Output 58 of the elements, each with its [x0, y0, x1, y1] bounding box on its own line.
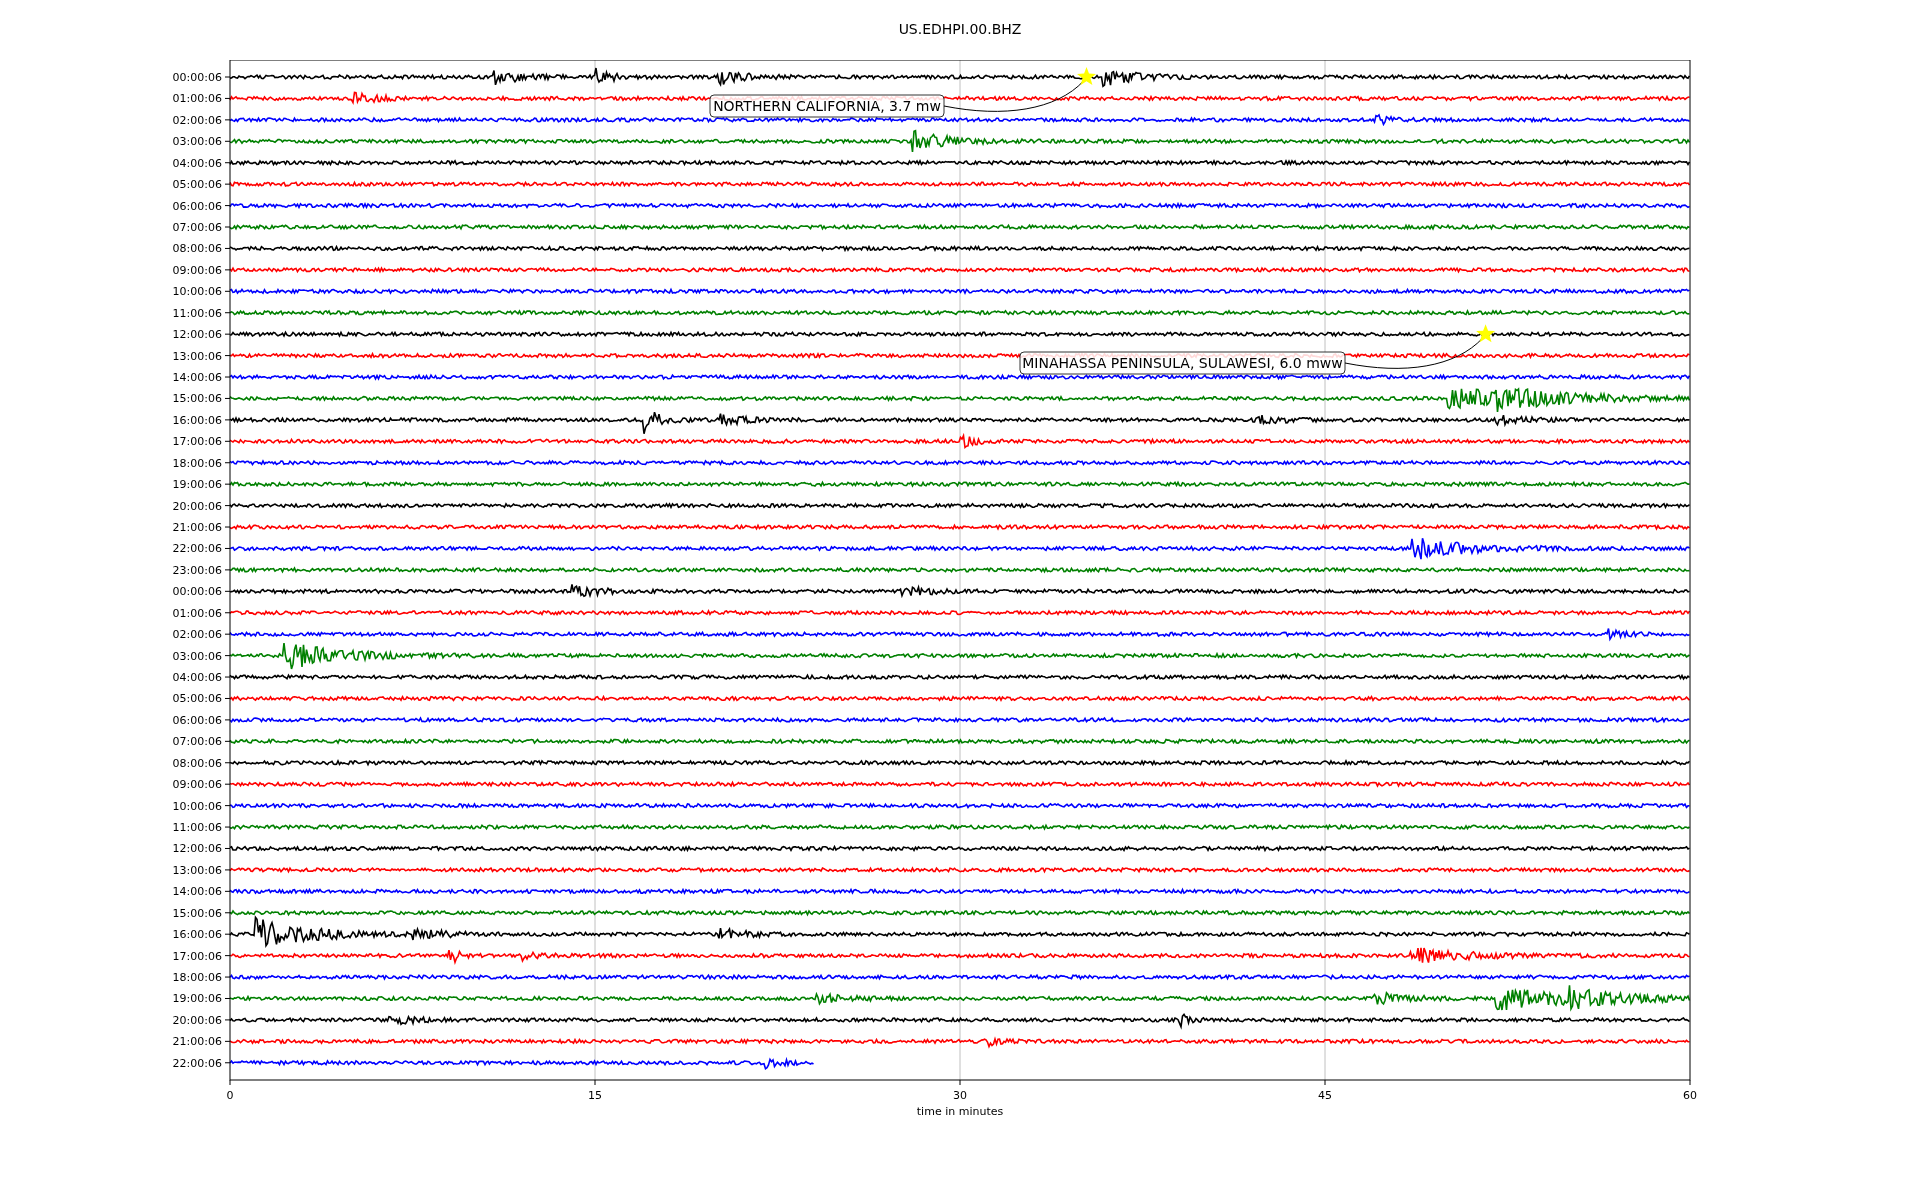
y-tick-label: 07:00:06 [172, 221, 222, 234]
x-tick-label: 30 [953, 1089, 967, 1102]
y-tick-label: 21:00:06 [172, 521, 222, 535]
y-tick-label: 00:00:06 [172, 585, 222, 599]
y-tick-label: 02:00:06 [172, 113, 222, 127]
y-tick-label: 14:00:06 [172, 371, 222, 384]
y-tick-label: 08:00:06 [172, 756, 222, 770]
y-tick-label: 09:00:06 [172, 263, 222, 277]
y-tick-label: 06:00:06 [172, 199, 222, 213]
y-tick-label: 06:00:06 [172, 713, 222, 727]
y-tick-label: 16:00:06 [172, 413, 222, 427]
y-tick-label: 03:00:06 [172, 649, 222, 663]
y-tick-label: 08:00:06 [172, 242, 222, 256]
x-axis-label: time in minutes [916, 1105, 1004, 1118]
star-icon [1476, 324, 1496, 343]
y-tick-label: 18:00:06 [172, 971, 222, 985]
y-tick-label: 05:00:06 [172, 178, 222, 192]
y-tick-label: 10:00:06 [172, 799, 222, 813]
event-label: MINAHASSA PENINSULA, SULAWESI, 6.0 mww [1019, 351, 1346, 375]
y-tick-label: 05:00:06 [172, 692, 222, 706]
y-tick-label: 07:00:06 [172, 735, 222, 749]
y-tick-label: 19:00:06 [172, 992, 222, 1006]
y-tick-label: 19:00:06 [172, 478, 222, 492]
y-tick-label: 22:00:06 [172, 1056, 222, 1070]
y-tick-label: 11:00:06 [172, 306, 222, 320]
y-tick-label: 10:00:06 [172, 285, 222, 299]
x-tick-label: 60 [1683, 1089, 1697, 1102]
y-tick-label: 04:00:06 [172, 156, 222, 170]
y-tick-label: 18:00:06 [172, 456, 222, 470]
y-tick-label: 16:00:06 [172, 928, 222, 942]
y-tick-label: 20:00:06 [172, 499, 222, 513]
y-tick-label: 13:00:06 [172, 349, 222, 363]
y-tick-label: 23:00:06 [172, 563, 222, 577]
plot-title: US.EDHPI.00.BHZ [898, 22, 1022, 38]
x-tick-label: 15 [588, 1089, 602, 1102]
y-tick-label: 22:00:06 [172, 542, 222, 556]
x-tick-label: 0 [226, 1089, 234, 1102]
y-tick-label: 01:00:06 [172, 606, 222, 620]
y-tick-label: 03:00:06 [172, 135, 222, 149]
y-tick-label: 15:00:06 [172, 906, 222, 920]
y-tick-label: 04:00:06 [172, 671, 222, 685]
star-icon [1077, 67, 1096, 86]
y-tick-label: 13:00:06 [172, 863, 222, 877]
x-tick-label: 45 [1318, 1089, 1332, 1102]
y-tick-label: 01:00:06 [172, 92, 222, 106]
y-tick-label: 21:00:06 [172, 1035, 222, 1049]
y-tick-label: 14:00:06 [172, 885, 222, 899]
y-tick-label: 09:00:06 [172, 778, 222, 792]
y-tick-label: 17:00:06 [172, 435, 222, 449]
y-tick-label: 12:00:06 [172, 328, 222, 342]
y-tick-label: 02:00:06 [172, 628, 222, 642]
y-tick-label: 12:00:06 [172, 842, 222, 856]
event-label: NORTHERN CALIFORNIA, 3.7 mw [709, 94, 945, 118]
y-tick-label: 00:00:06 [172, 71, 222, 84]
y-tick-label: 11:00:06 [172, 821, 222, 835]
y-tick-label: 15:00:06 [172, 392, 222, 406]
y-tick-label: 17:00:06 [172, 949, 222, 963]
y-tick-label: 20:00:06 [172, 1013, 222, 1027]
